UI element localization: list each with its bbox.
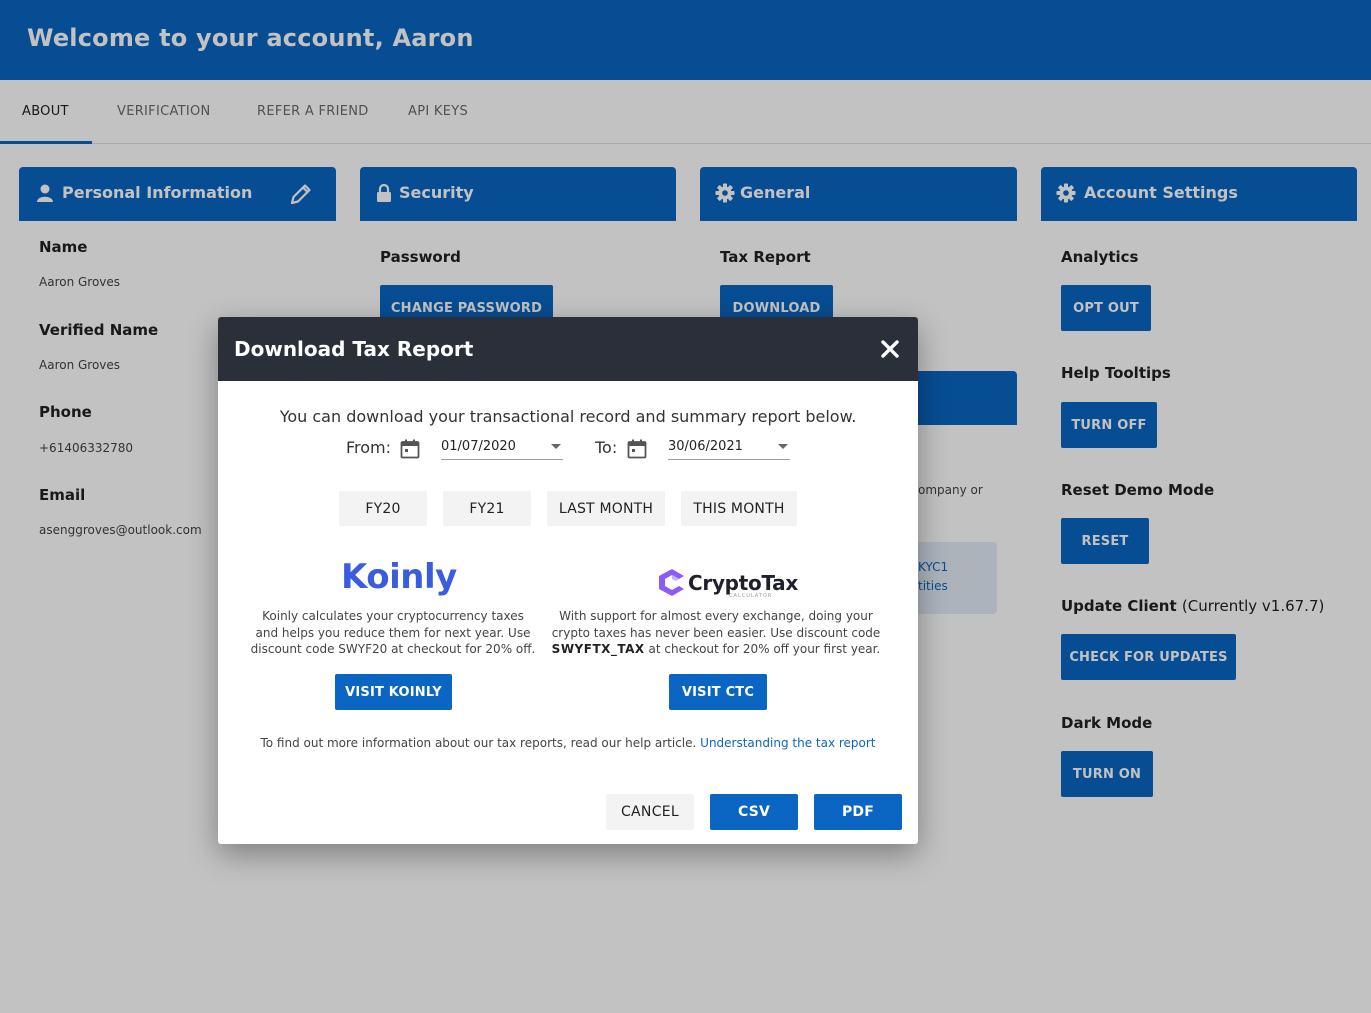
- download-tax-report-dialog: Download Tax Report You can download you…: [218, 317, 918, 844]
- ctc-desc-line: SWYFTX_TAX at checkout for 20% off your …: [546, 641, 886, 658]
- from-date-select[interactable]: 01/07/2020: [441, 434, 563, 460]
- cancel-button[interactable]: CANCEL: [606, 794, 694, 830]
- help-note-text: To find out more information about our t…: [260, 736, 701, 750]
- calendar-icon[interactable]: [400, 439, 420, 459]
- cryptotax-logo-text: CryptoTax: [688, 571, 798, 595]
- from-date-value: 01/07/2020: [441, 439, 516, 454]
- visit-ctc-button[interactable]: VISIT CTC: [669, 674, 767, 710]
- chevron-down-icon: [551, 444, 561, 449]
- dialog-intro-text: You can download your transactional reco…: [279, 407, 857, 426]
- this-month-button[interactable]: THIS MONTH: [681, 491, 797, 526]
- calendar-icon[interactable]: [627, 439, 647, 459]
- ctc-desc-suffix: at checkout for 20% off your first year.: [644, 642, 881, 656]
- help-article-note: To find out more information about our t…: [218, 736, 918, 750]
- csv-button[interactable]: CSV: [710, 794, 798, 830]
- to-date-select[interactable]: 30/06/2021: [668, 434, 790, 460]
- ctc-discount-code: SWYFTX_TAX: [551, 642, 645, 656]
- fy20-button[interactable]: FY20: [339, 491, 427, 526]
- understanding-tax-report-link[interactable]: Understanding the tax report: [700, 736, 875, 750]
- to-label: To:: [595, 438, 618, 457]
- koinly-desc-line: Koinly calculates your cryptocurrency ta…: [262, 609, 524, 623]
- fy21-button[interactable]: FY21: [443, 491, 531, 526]
- cryptotax-logo-subtext: CALCULATOR: [729, 593, 773, 599]
- cryptotax-description: With support for almost every exchange, …: [546, 608, 886, 658]
- last-month-button[interactable]: LAST MONTH: [547, 491, 665, 526]
- ctc-desc-line: With support for almost every exchange, …: [559, 609, 873, 623]
- close-icon[interactable]: [878, 337, 902, 361]
- pdf-button[interactable]: PDF: [814, 794, 902, 830]
- koinly-description: Koinly calculates your cryptocurrency ta…: [248, 608, 538, 658]
- cryptotax-logo: CryptoTax CALCULATOR: [655, 565, 798, 605]
- koinly-desc-line: and helps you reduce them for next year.…: [255, 625, 531, 640]
- cryptotax-logo-mark: [659, 569, 684, 596]
- visit-koinly-button[interactable]: VISIT KOINLY: [335, 674, 452, 710]
- koinly-logo: Koinly: [341, 557, 457, 597]
- koinly-desc-line: discount code SWYF20 at checkout for 20%…: [250, 642, 536, 656]
- ctc-desc-line: crypto taxes has never been easier. Use …: [551, 625, 881, 640]
- from-label: From:: [346, 438, 392, 457]
- dialog-title: Download Tax Report: [234, 337, 474, 361]
- dialog-header: Download Tax Report: [218, 317, 918, 381]
- to-date-value: 30/06/2021: [668, 439, 743, 454]
- chevron-down-icon: [778, 444, 788, 449]
